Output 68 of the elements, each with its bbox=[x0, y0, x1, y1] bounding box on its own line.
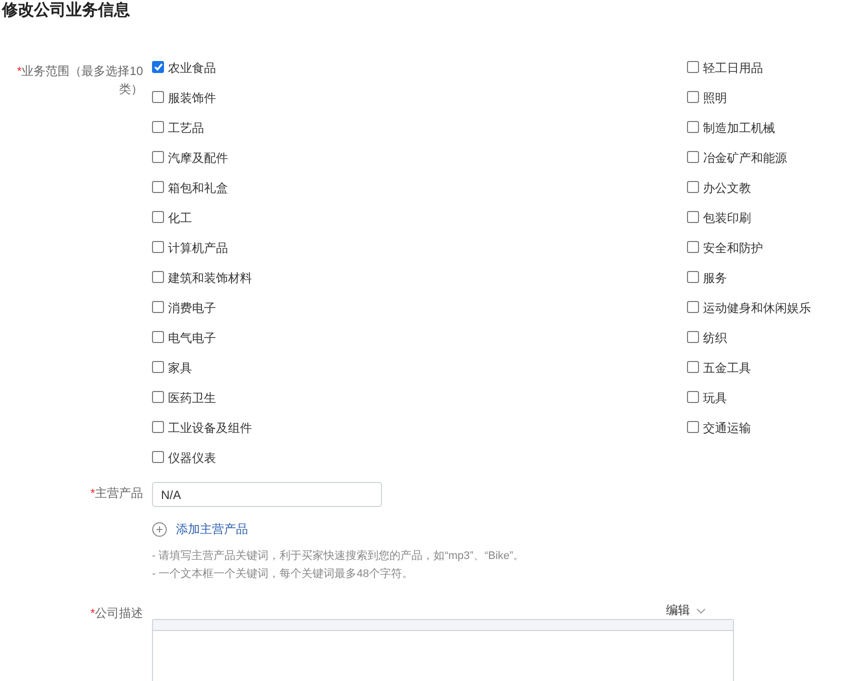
field-label: 公司描述 bbox=[95, 606, 143, 620]
field-label: 业务范围（最多选择10类） bbox=[22, 64, 143, 96]
option-label: 五金工具 bbox=[703, 360, 751, 377]
option-label: 工业设备及组件 bbox=[168, 420, 252, 437]
checkbox[interactable] bbox=[687, 331, 699, 343]
option-label: 冶金矿产和能源 bbox=[703, 150, 787, 167]
edit-menu[interactable]: 编辑 bbox=[666, 602, 706, 619]
option-label: 制造加工机械 bbox=[703, 120, 775, 137]
checkbox[interactable] bbox=[152, 361, 164, 373]
option-label: 箱包和礼盒 bbox=[168, 180, 228, 197]
required-mark: * bbox=[90, 486, 95, 500]
checkbox[interactable] bbox=[152, 421, 164, 433]
option-label: 家具 bbox=[168, 360, 192, 377]
checkbox[interactable] bbox=[687, 91, 699, 103]
field-label: 主营产品 bbox=[95, 486, 143, 500]
checkbox[interactable] bbox=[152, 181, 164, 193]
checkbox[interactable] bbox=[687, 421, 699, 433]
checkbox[interactable] bbox=[687, 241, 699, 253]
option-label: 服装饰件 bbox=[168, 90, 216, 107]
checkbox[interactable] bbox=[152, 151, 164, 163]
option-label: 办公文教 bbox=[703, 180, 751, 197]
required-mark: * bbox=[90, 606, 95, 620]
checkbox[interactable] bbox=[687, 61, 699, 73]
checkbox[interactable] bbox=[152, 121, 164, 133]
option-label: 化工 bbox=[168, 210, 192, 227]
checkbox[interactable] bbox=[152, 451, 164, 463]
option-label: 消费电子 bbox=[168, 300, 216, 317]
option-label: 仪器仪表 bbox=[168, 450, 216, 467]
checkbox[interactable] bbox=[152, 61, 164, 73]
option-label: 轻工日用品 bbox=[703, 60, 763, 77]
plus-icon bbox=[152, 522, 167, 537]
checkbox[interactable] bbox=[152, 211, 164, 223]
option-label: 玩具 bbox=[703, 390, 727, 407]
option-label: 交通运输 bbox=[703, 420, 751, 437]
option-label: 纺织 bbox=[703, 330, 727, 347]
option-label: 建筑和装饰材料 bbox=[168, 270, 252, 287]
option-label: 计算机产品 bbox=[168, 240, 228, 257]
option-label: 包装印刷 bbox=[703, 210, 751, 227]
checkbox[interactable] bbox=[687, 301, 699, 313]
product-field[interactable]: N/A bbox=[152, 482, 382, 507]
option-label: 电气电子 bbox=[168, 330, 216, 347]
hint-text: - 请填写主营产品关键词，利于买家快速搜索到您的产品，如“mp3”、“Bike”。 bbox=[152, 548, 524, 564]
hint-text: - 一个文本框一个关键词，每个关键词最多48个字符。 bbox=[152, 566, 414, 582]
option-label: 医药卫生 bbox=[168, 390, 216, 407]
option-label: 农业食品 bbox=[168, 60, 216, 77]
page-title: 修改公司业务信息 bbox=[2, 0, 131, 21]
option-label: 照明 bbox=[703, 90, 727, 107]
checkbox[interactable] bbox=[687, 211, 699, 223]
option-label: 安全和防护 bbox=[703, 240, 763, 257]
checkbox[interactable] bbox=[152, 271, 164, 283]
checkbox[interactable] bbox=[687, 361, 699, 373]
checkbox[interactable] bbox=[687, 391, 699, 403]
checkbox[interactable] bbox=[152, 391, 164, 403]
option-label: 汽摩及配件 bbox=[168, 150, 228, 167]
option-label: 运动健身和休闲娱乐 bbox=[703, 300, 811, 317]
checkbox[interactable] bbox=[687, 151, 699, 163]
checkbox[interactable] bbox=[152, 301, 164, 313]
required-mark: * bbox=[16, 64, 22, 78]
checkbox[interactable] bbox=[687, 121, 699, 133]
add-product-link[interactable]: 添加主营产品 bbox=[152, 521, 524, 538]
checkbox[interactable] bbox=[152, 91, 164, 103]
chevron-down-icon bbox=[696, 608, 706, 614]
option-label: 服务 bbox=[703, 270, 727, 287]
checkbox[interactable] bbox=[687, 271, 699, 283]
option-label: 工艺品 bbox=[168, 120, 204, 137]
checkbox[interactable] bbox=[152, 241, 164, 253]
checkbox[interactable] bbox=[152, 331, 164, 343]
checkbox[interactable] bbox=[687, 181, 699, 193]
